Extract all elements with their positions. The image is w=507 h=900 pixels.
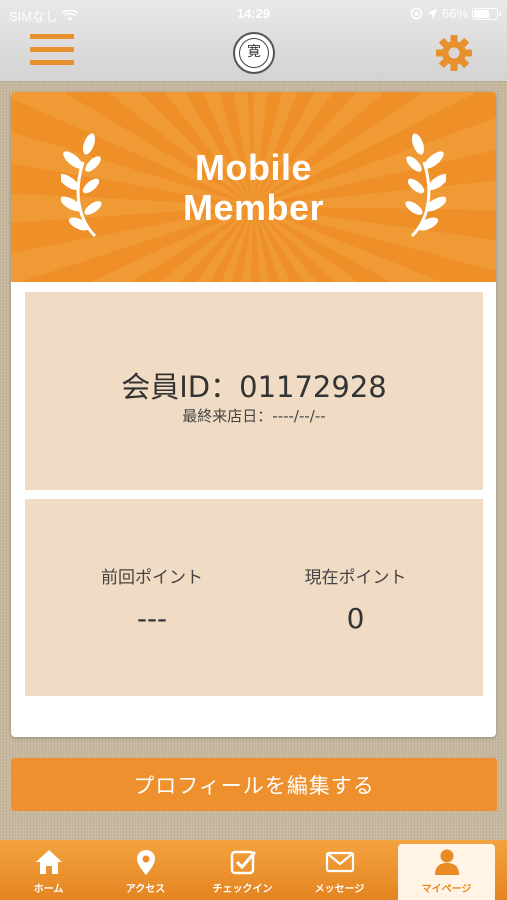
tab-access[interactable]: アクセス (97, 840, 194, 900)
previous-points-value: --- (136, 602, 168, 635)
current-points-label: 現在ポイント (304, 568, 407, 588)
tab-label: マイページ (421, 884, 472, 895)
logo-mark: 寛 (239, 38, 269, 68)
edit-profile-button[interactable]: プロフィールを編集する (11, 758, 497, 811)
location-icon (427, 8, 438, 19)
tab-home[interactable]: ホーム (0, 840, 97, 900)
settings-button[interactable] (434, 33, 474, 73)
orientation-lock-icon (410, 7, 423, 20)
menu-bar (30, 60, 74, 65)
current-points: 現在ポイント 0 (241, 563, 470, 635)
mobile-member-banner: Mobile Member (11, 92, 496, 282)
tab-label: チェックイン (212, 884, 273, 895)
map-pin-icon (136, 850, 155, 875)
battery-level (474, 9, 489, 18)
mail-icon (325, 851, 354, 873)
home-icon (35, 850, 62, 874)
tab-messages[interactable]: メッセージ (291, 840, 388, 900)
gear-icon (436, 35, 472, 71)
shop-logo: 寛 (233, 32, 275, 74)
member-card: Mobile Member 会員ID：01172928 最終来店日：----/-… (11, 92, 496, 737)
menu-bar (30, 34, 74, 39)
tab-bar: ホーム アクセス チェックイン メッセージ マイページ (0, 840, 507, 900)
checkbox-icon (230, 850, 256, 875)
person-icon (434, 849, 459, 875)
previous-points: 前回ポイント --- (37, 563, 267, 635)
points-panel: 前回ポイント --- 現在ポイント 0 (25, 499, 483, 696)
menu-bar (30, 47, 74, 52)
tab-checkin[interactable]: チェックイン (194, 840, 291, 900)
status-bar: SIMなし 14:29 66% (0, 0, 507, 28)
menu-button[interactable] (30, 34, 74, 70)
battery-percent: 66% (441, 6, 468, 21)
battery-icon (472, 7, 501, 20)
status-right: 66% (410, 6, 501, 21)
tab-label: ホーム (33, 884, 64, 895)
member-id: 会員ID：01172928 (121, 370, 387, 404)
laurel-icon (405, 133, 446, 238)
previous-points-label: 前回ポイント (101, 568, 203, 588)
last-visit-date: 最終来店日：----/--/-- (182, 407, 326, 425)
tab-label: アクセス (125, 884, 166, 895)
current-points-value: 0 (346, 602, 365, 635)
tab-label: メッセージ (314, 884, 365, 895)
member-id-panel: 会員ID：01172928 最終来店日：----/--/-- (25, 292, 483, 490)
tab-mypage[interactable]: マイページ (398, 844, 495, 900)
